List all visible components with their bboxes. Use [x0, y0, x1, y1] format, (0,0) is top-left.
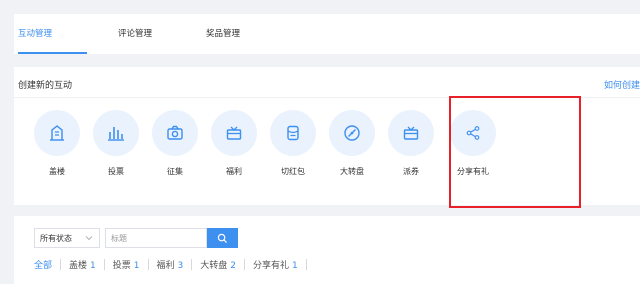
create-interaction-panel: 创建新的互动 如何创建 盖楼 投票 征集 福利 切红包 大转盘 派券 分享有礼 [14, 67, 640, 208]
search-placeholder: 标题 [111, 233, 127, 243]
filter-label: 福利 [156, 260, 175, 271]
interaction-type-circle [388, 110, 434, 156]
interaction-type-red-packet[interactable]: 切红包 [270, 110, 316, 182]
gift-icon [226, 126, 242, 140]
filter-share-gift[interactable]: 分享有礼 1 [253, 258, 298, 271]
filter-label: 大转盘 [200, 260, 228, 271]
filter-label: 分享有礼 [253, 260, 290, 271]
interaction-type-collect[interactable]: 征集 [152, 110, 198, 182]
active-tab-indicator [18, 52, 87, 54]
filter-separator [244, 258, 246, 270]
filter-separator [60, 258, 62, 270]
interaction-type-circle [329, 110, 375, 156]
interaction-type-welfare[interactable]: 福利 [211, 110, 257, 182]
filter-count: 1 [90, 260, 96, 271]
red-packet-icon [287, 125, 299, 141]
tab-comment-management[interactable]: 评论管理 [118, 27, 152, 39]
interaction-type-circle [270, 110, 316, 156]
interaction-type-label: 大转盘 [340, 167, 364, 176]
interaction-type-building[interactable]: 盖楼 [34, 110, 80, 182]
filter-count: 1 [133, 260, 140, 271]
tabs-bar: 互动管理 评论管理 奖品管理 [14, 14, 640, 54]
filter-label: 全部 [34, 260, 53, 271]
filter-count: 2 [230, 260, 237, 271]
filter-separator [191, 258, 193, 270]
interaction-type-label: 盖楼 [49, 167, 65, 176]
section-title: 创建新的互动 [18, 81, 73, 91]
status-select[interactable]: 所有状态 [34, 228, 100, 248]
filter-separator [147, 258, 149, 270]
filter-label: 盖楼 [69, 260, 88, 271]
interaction-type-label: 征集 [167, 167, 183, 176]
filter-label: 投票 [112, 260, 131, 271]
interaction-type-label: 派券 [403, 167, 419, 176]
filter-welfare[interactable]: 福利 3 [157, 258, 184, 271]
camera-icon [167, 125, 183, 140]
filter-all[interactable]: 全部 [34, 258, 52, 271]
chevron-down-icon [85, 236, 93, 241]
wheel-icon [344, 125, 360, 141]
interaction-type-coupon[interactable]: 派券 [388, 110, 434, 182]
interaction-type-label: 切红包 [281, 167, 305, 176]
interaction-type-label: 投票 [108, 167, 124, 176]
filter-count: 1 [292, 260, 298, 271]
highlight-box [449, 96, 581, 208]
tab-interaction-management[interactable]: 互动管理 [18, 27, 52, 39]
coupon-icon [403, 126, 419, 140]
filter-building[interactable]: 盖楼 1 [69, 258, 96, 271]
search-button[interactable] [207, 228, 238, 248]
interaction-type-vote[interactable]: 投票 [93, 110, 139, 182]
interaction-type-wheel[interactable]: 大转盘 [329, 110, 375, 182]
filter-separator [103, 258, 105, 270]
filter-separator [305, 258, 307, 270]
building-icon [50, 125, 64, 141]
interaction-list-panel: 所有状态 标题 全部 盖楼 1 投票 1 福利 3 大转盘 2 分享有礼 1 [14, 216, 640, 284]
filter-count: 3 [177, 260, 184, 271]
interaction-type-circle [211, 110, 257, 156]
filter-wheel[interactable]: 大转盘 2 [200, 258, 236, 271]
status-select-value: 所有状态 [40, 233, 72, 243]
interaction-type-label: 福利 [226, 167, 242, 176]
tab-prize-management[interactable]: 奖品管理 [206, 27, 240, 39]
interaction-type-circle [152, 110, 198, 156]
search-input[interactable]: 标题 [105, 228, 207, 248]
interaction-type-circle [93, 110, 139, 156]
bar-chart-icon [108, 127, 124, 141]
search-icon [217, 233, 228, 243]
filter-vote[interactable]: 投票 1 [113, 258, 140, 271]
type-filter-bar: 全部 盖楼 1 投票 1 福利 3 大转盘 2 分享有礼 1 [34, 256, 315, 272]
interaction-type-circle [34, 110, 80, 156]
how-to-create-link[interactable]: 如何创建 [604, 78, 640, 91]
